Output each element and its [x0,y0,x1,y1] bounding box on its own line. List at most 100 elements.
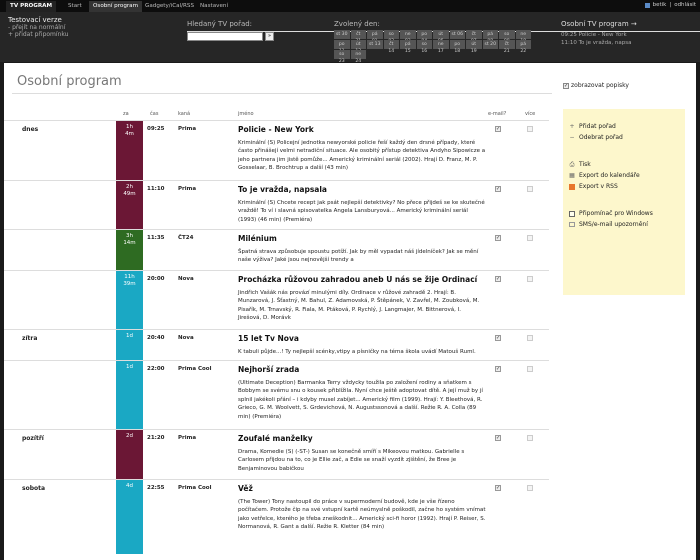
email-checkbox[interactable]: ✓ [495,366,501,372]
tab-start[interactable]: Start [64,1,86,12]
tab-settings[interactable]: Nastavení [196,1,232,12]
program-title[interactable]: Policie - New York [238,125,314,134]
col-za: za [123,111,129,117]
day-button[interactable]: st 20 [482,40,498,49]
day-button[interactable]: so 16 [416,40,432,54]
day-button[interactable]: pá 08 [482,30,498,44]
time-until-badge: 1d [116,330,143,361]
day-button[interactable]: st 30 [334,30,350,39]
program-channel: Prima [178,435,197,441]
program-title[interactable]: Věž [238,484,253,493]
day-button[interactable]: út 12 [350,40,366,54]
email-checkbox[interactable]: ✓ [495,235,501,241]
more-button[interactable] [527,335,533,341]
day-button[interactable]: so 02 [383,30,399,44]
day-button[interactable]: ne 10 [515,30,531,44]
day-button[interactable]: čt 21 [499,40,515,54]
print-button[interactable]: ⎙ Tisk [569,159,679,170]
day-button[interactable]: út 05 [433,30,449,44]
show-desc-toggle[interactable]: ✓ zobrazovat popisky [563,82,629,89]
day-button[interactable]: ne 17 [433,40,449,54]
search-button[interactable]: » [265,32,274,41]
username[interactable]: betik [653,2,667,8]
day-button[interactable]: út 19 [466,40,482,54]
personal-preview: Osobní TV program → 09:25 Policie - New … [561,20,637,47]
email-checkbox[interactable]: ✓ [495,335,501,341]
more-button[interactable] [527,435,533,441]
envelope-icon [569,222,575,227]
program-title[interactable]: Procházka růžovou zahradou aneb U nás se… [238,275,477,284]
day-button[interactable]: po 11 [334,40,350,54]
sms-email-button[interactable]: SMS/e-mail upozornění [569,219,679,230]
search-input[interactable] [187,32,263,41]
day-picker: Zvolený den: st 30čt 31pá 01so 02ne 03po… [334,20,534,64]
program-title[interactable]: To je vražda, napsala [238,185,327,194]
day-button[interactable]: so 09 [499,30,515,44]
program-channel: Prima [178,186,197,192]
more-button[interactable] [527,186,533,192]
col-channel: kaná [178,111,191,117]
col-name: jméno [238,111,254,117]
add-reminder-link[interactable]: + přidat připomínku [8,31,68,38]
day-button[interactable]: pá 01 [367,30,383,44]
more-button[interactable] [527,235,533,241]
day-button[interactable]: po 04 [416,30,432,44]
tab-personal[interactable]: Osobní program [89,1,143,12]
email-checkbox[interactable]: ✓ [495,485,501,491]
export-rss-button[interactable]: Export v RSS [569,181,679,192]
day-button[interactable]: ne 24 [350,50,366,64]
time-until-badge: 4d [116,480,143,554]
logout-link[interactable]: odhlásit [674,2,696,8]
email-checkbox[interactable]: ✓ [495,276,501,282]
more-button[interactable] [527,485,533,491]
day-button[interactable]: st 13 [367,40,383,49]
day-button[interactable]: čt 07 [466,30,482,44]
more-button[interactable] [527,126,533,132]
program-channel: Prima Cool [178,366,212,372]
day-button[interactable]: pá 22 [515,40,531,54]
program-channel: Nova [178,335,194,341]
day-button[interactable]: po 18 [449,40,465,54]
day-label: Zvolený den: [334,20,380,28]
user-area: betik | odhlásit [644,2,696,8]
day-button[interactable]: čt 14 [383,40,399,54]
add-program-button[interactable]: + Přidat pořad [569,121,679,132]
program-description: (The Tower) Tony nastoupil do práce v su… [238,499,486,531]
tab-gadgets[interactable]: Gadgety/iCal/RSS [141,1,198,12]
remove-program-button[interactable]: − Odebrat pořad [569,132,679,143]
program-title[interactable]: 15 let Tv Nova [238,334,299,343]
export-calendar-button[interactable]: ▦ Export do kalendáře [569,170,679,181]
more-button[interactable] [527,276,533,282]
user-icon [644,2,650,8]
page-title: Osobní program [17,74,122,89]
day-button[interactable]: st 06 [449,30,465,39]
program-title[interactable]: Nejhorší zrada [238,365,299,374]
day-group-label: zítra [22,335,38,342]
day-button[interactable]: ne 03 [400,30,416,44]
email-checkbox[interactable]: ✓ [495,126,501,132]
program-row: 3h 14m 11:35 ČT24 Milénium Špatná strava způs… [4,229,549,271]
email-checkbox[interactable]: ✓ [495,435,501,441]
day-group-label: sobota [22,485,46,492]
program-channel: Prima Cool [178,485,212,491]
show-desc-checkbox[interactable]: ✓ [563,82,569,89]
program-title[interactable]: Milénium [238,234,277,243]
version-box: Testovací verze - přejít na normální + p… [8,17,68,39]
more-button[interactable] [527,366,533,372]
program-title[interactable]: Zoufalé manželky [238,434,313,443]
preview-item[interactable]: 11:10 To je vražda, napsa [561,39,637,47]
day-group-label: dnes [22,126,39,133]
program-row: 1d 22:00 Prima Cool Nejhorší zrada (Ultimate… [4,360,549,430]
email-checkbox[interactable]: ✓ [495,186,501,192]
program-row: sobota 4d 22:55 Prima Cool Věž (The Tower) To… [4,479,549,554]
day-button[interactable]: čt 31 [350,30,366,44]
personal-preview-title[interactable]: Osobní TV program → [561,20,637,28]
brand-tab[interactable]: TV PROGRAM [6,1,57,12]
show-desc-label: zobrazovat popisky [571,82,629,89]
switch-normal-link[interactable]: - přejít na normální [8,24,68,31]
day-button[interactable]: so 23 [334,50,350,64]
day-button[interactable]: pá 15 [400,40,416,54]
preview-item[interactable]: 09:25 Policie - New York [561,31,637,39]
col-time: čas [150,111,159,117]
windows-reminder-button[interactable]: Připomínač pro Windows [569,208,679,219]
